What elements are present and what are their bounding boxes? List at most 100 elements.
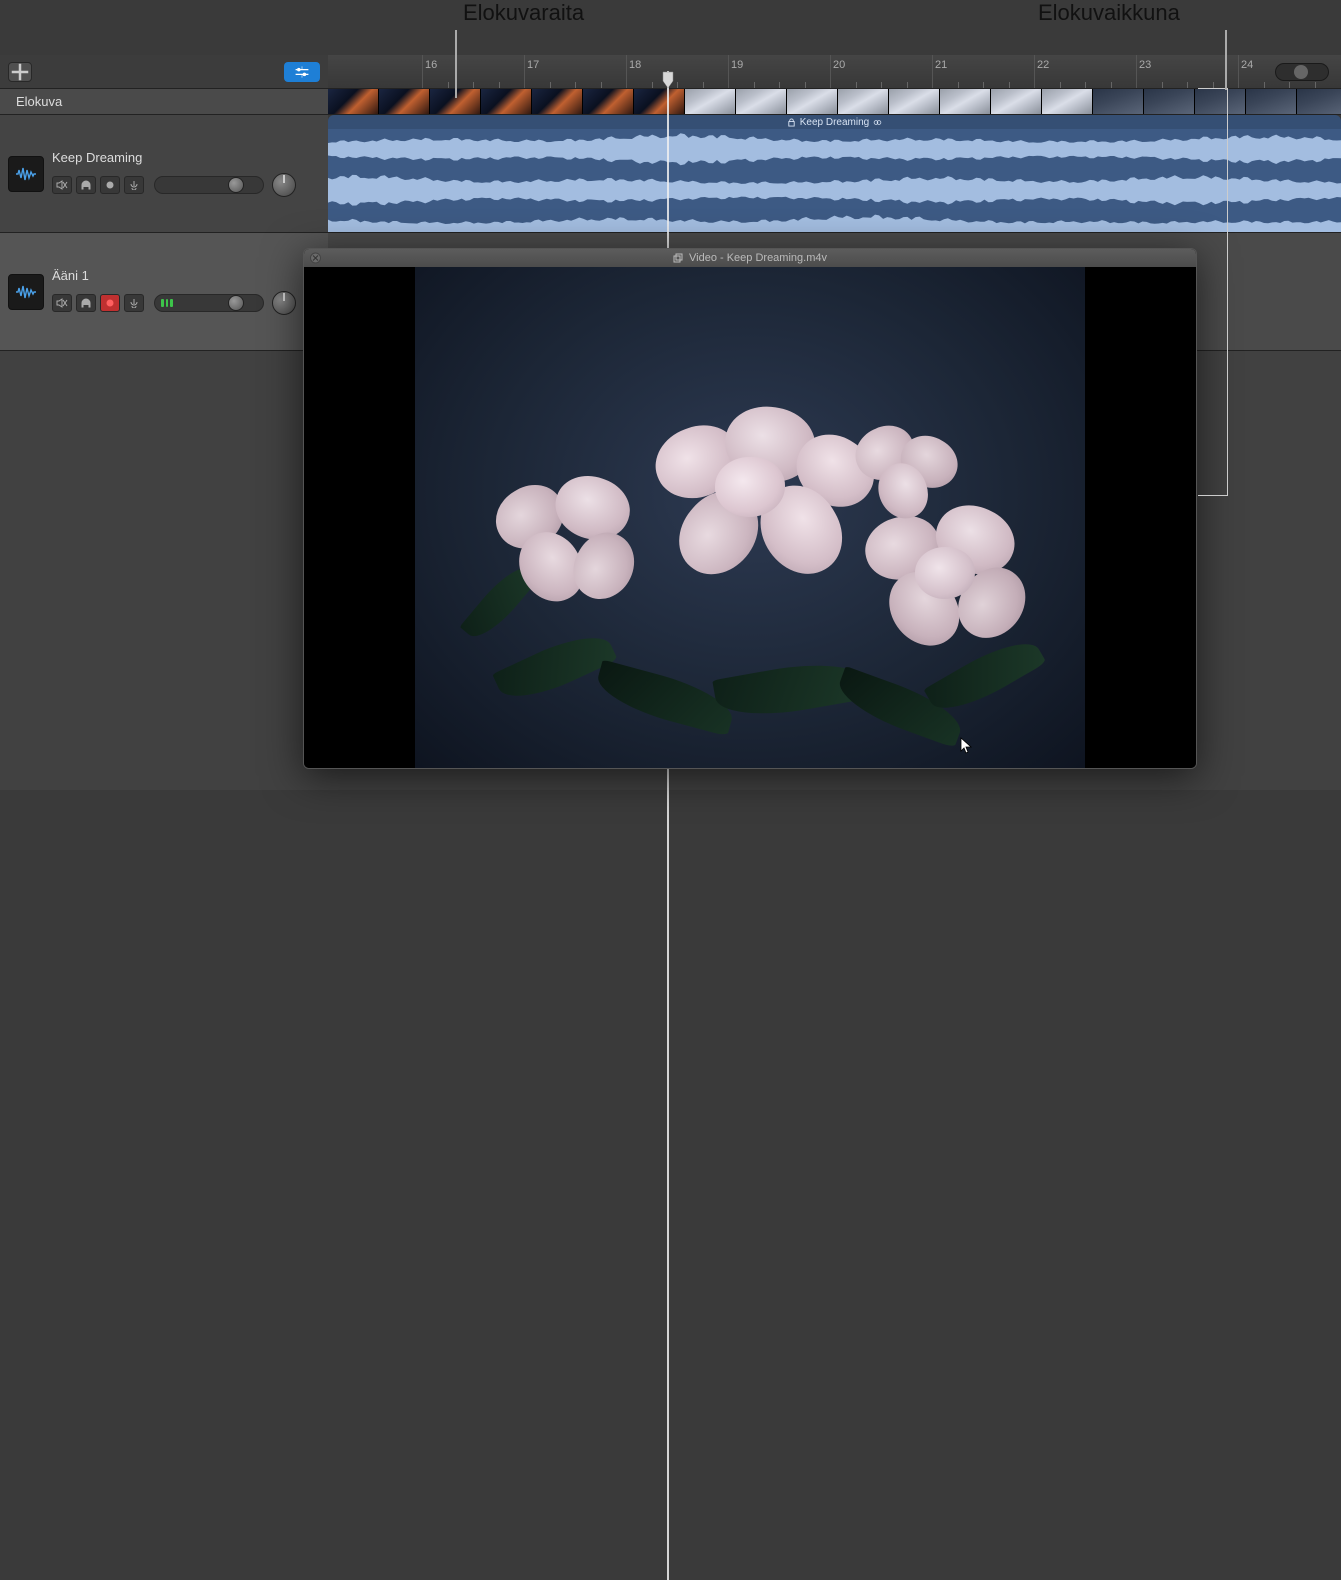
- track-icon-waveform: [8, 274, 44, 310]
- video-window-title: Video - Keep Dreaming.m4v: [689, 252, 827, 264]
- audio-track-2-header[interactable]: Ääni 1: [0, 233, 328, 351]
- filmstrip-frame: [1144, 89, 1195, 114]
- filmstrip-frame: [1297, 89, 1341, 114]
- ruler-minor-tick: [805, 82, 806, 88]
- track-icon-waveform: [8, 156, 44, 192]
- playhead-handle[interactable]: [662, 71, 674, 89]
- input-icon: [128, 298, 140, 308]
- ruler-minor-tick: [1315, 82, 1316, 88]
- filmstrip-frame: [787, 89, 838, 114]
- audio-track-1-header[interactable]: Keep Dreaming: [0, 115, 328, 233]
- video-frame-image: [415, 267, 1085, 768]
- track-2-name: Ääni 1: [52, 268, 320, 283]
- timeline-ruler[interactable]: 161718192021222324: [328, 55, 1341, 89]
- track-info: Ääni 1: [52, 268, 320, 315]
- track-headers-empty: [0, 351, 328, 790]
- headphones-icon: [80, 180, 92, 190]
- ruler-minor-tick: [1060, 82, 1061, 88]
- ruler-minor-tick: [677, 82, 678, 88]
- filmstrip-frame: [991, 89, 1042, 114]
- ruler-major-tick: [830, 55, 831, 88]
- ruler-minor-tick: [448, 82, 449, 88]
- solo-button[interactable]: [76, 176, 96, 194]
- ruler-major-tick: [422, 55, 423, 88]
- headphones-icon: [80, 298, 92, 308]
- input-monitor-button[interactable]: [124, 294, 144, 312]
- volume-thumb[interactable]: [228, 295, 244, 311]
- ruler-minor-tick: [1162, 82, 1163, 88]
- ruler-minor-tick: [1085, 82, 1086, 88]
- ruler-minor-tick: [473, 82, 474, 88]
- cursor-arrow-icon: [960, 737, 974, 755]
- ruler-major-tick: [626, 55, 627, 88]
- volume-slider[interactable]: [154, 294, 264, 312]
- volume-slider[interactable]: [154, 176, 264, 194]
- movie-track-filmstrip[interactable]: [328, 89, 1341, 115]
- region-header: Keep Dreaming: [328, 115, 1341, 129]
- input-monitor-button[interactable]: [124, 176, 144, 194]
- ruler-label: 22: [1037, 59, 1049, 71]
- ruler-minor-tick: [983, 82, 984, 88]
- pan-knob[interactable]: [272, 173, 296, 197]
- zoom-toggle-knob[interactable]: [1294, 65, 1308, 79]
- add-track-button[interactable]: [8, 62, 32, 82]
- record-enable-button[interactable]: [100, 176, 120, 194]
- ruler-minor-tick: [958, 82, 959, 88]
- ruler-minor-tick: [1187, 82, 1188, 88]
- ruler-minor-tick: [1009, 82, 1010, 88]
- video-window-close-button[interactable]: [310, 253, 321, 264]
- filmstrip-frame: [1093, 89, 1144, 114]
- record-icon: [105, 298, 115, 308]
- annotation-movie-window: Elokuvaikkuna: [1038, 0, 1180, 26]
- ruler-label: 16: [425, 59, 437, 71]
- ruler-major-tick: [728, 55, 729, 88]
- mute-icon: [56, 180, 68, 190]
- ruler-label: 19: [731, 59, 743, 71]
- solo-button[interactable]: [76, 294, 96, 312]
- ruler-minor-tick: [907, 82, 908, 88]
- ruler-major-tick: [1238, 55, 1239, 88]
- movie-track-label: Elokuva: [16, 94, 62, 109]
- record-icon: [105, 180, 115, 190]
- loop-icon: [873, 118, 882, 127]
- waveform-display: [328, 129, 1341, 232]
- audio-track-1-lane[interactable]: Keep Dreaming: [328, 115, 1341, 233]
- filmstrip-frame: [1042, 89, 1093, 114]
- mute-button[interactable]: [52, 176, 72, 194]
- ruler-minor-tick: [550, 82, 551, 88]
- record-enable-button[interactable]: [100, 294, 120, 312]
- split-filter-icon: [294, 65, 310, 79]
- ruler-label: 23: [1139, 59, 1151, 71]
- filmstrip-frame: [736, 89, 787, 114]
- filmstrip-frame: [634, 89, 685, 114]
- filmstrip-frame: [889, 89, 940, 114]
- ruler-label: 24: [1241, 59, 1253, 71]
- movie-track-header[interactable]: Elokuva: [0, 89, 328, 115]
- track-filter-button[interactable]: [284, 62, 320, 82]
- annotation-layer: Elokuvaraita Elokuvaikkuna: [0, 0, 1341, 55]
- video-window-titlebar[interactable]: Video - Keep Dreaming.m4v: [304, 249, 1196, 267]
- pan-knob[interactable]: [272, 291, 296, 315]
- filmstrip-frame: [1246, 89, 1297, 114]
- ruler-major-tick: [1136, 55, 1137, 88]
- lock-icon: [787, 118, 796, 127]
- input-icon: [128, 180, 140, 190]
- zoom-toggle[interactable]: [1275, 63, 1329, 81]
- filmstrip-frame: [685, 89, 736, 114]
- region-name: Keep Dreaming: [800, 117, 869, 128]
- ruler-minor-tick: [1264, 82, 1265, 88]
- filmstrip-frame: [838, 89, 889, 114]
- mute-button[interactable]: [52, 294, 72, 312]
- ruler-minor-tick: [856, 82, 857, 88]
- ruler-label: 18: [629, 59, 641, 71]
- ruler-label: 21: [935, 59, 947, 71]
- video-preview-window[interactable]: Video - Keep Dreaming.m4v: [303, 248, 1197, 769]
- audio-region-keep-dreaming[interactable]: Keep Dreaming: [328, 115, 1341, 232]
- ruler-minor-tick: [703, 82, 704, 88]
- plus-icon: [9, 61, 31, 83]
- mute-icon: [56, 298, 68, 308]
- popout-icon: [673, 253, 683, 263]
- track-1-controls: [52, 173, 320, 197]
- volume-thumb[interactable]: [228, 177, 244, 193]
- filmstrip-frame: [481, 89, 532, 114]
